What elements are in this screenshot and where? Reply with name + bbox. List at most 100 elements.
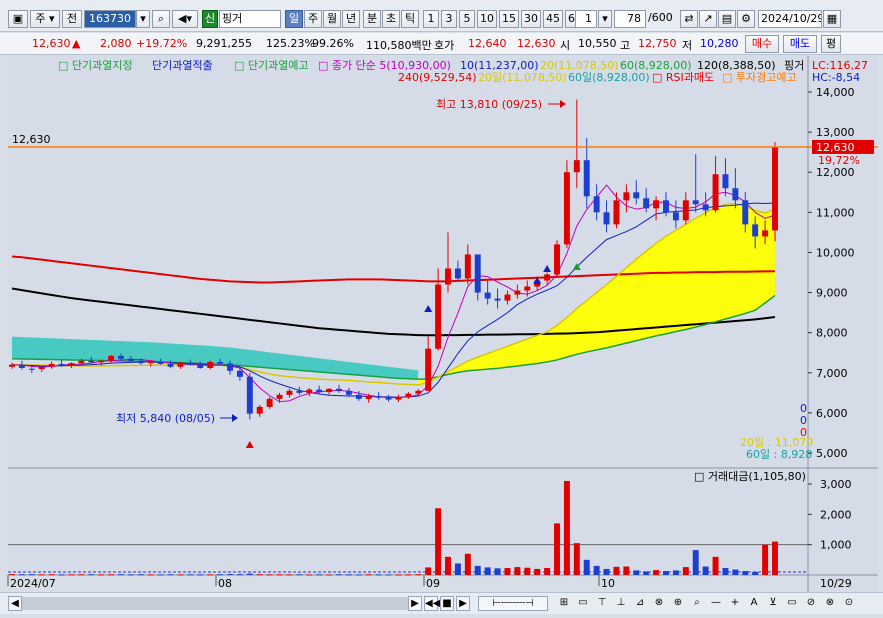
layout-icon[interactable]: ▣ <box>8 10 28 28</box>
delete-icon[interactable]: ⊗ <box>822 596 838 611</box>
interval-30[interactable]: 30 <box>521 10 541 28</box>
candle-body <box>167 363 174 367</box>
volume-bar <box>177 574 184 576</box>
filter-icon[interactable]: ⊻ <box>765 596 781 611</box>
candle-body <box>464 254 471 279</box>
scrollbar-track[interactable] <box>22 597 408 610</box>
interval-1[interactable]: 1 <box>423 10 439 28</box>
period-select[interactable]: 주 ▾ <box>30 10 60 28</box>
play-icon[interactable]: ▶ <box>456 596 470 611</box>
candle-body <box>504 294 511 301</box>
tab-year[interactable]: 년 <box>342 10 360 28</box>
interval-5[interactable]: 5 <box>459 10 475 28</box>
cross-icon[interactable]: ⊗ <box>651 596 667 611</box>
volume-bar <box>732 569 739 575</box>
volume-bar <box>603 568 610 575</box>
candle-body <box>742 200 749 225</box>
tab-day[interactable]: 일 <box>285 10 303 28</box>
volume-bar <box>38 574 45 576</box>
volume-bar <box>137 574 144 576</box>
tab-second[interactable]: 초 <box>382 10 400 28</box>
count-input[interactable]: 78 <box>614 10 646 28</box>
volume-bar <box>286 574 293 576</box>
scroll-right-button[interactable]: ▶ <box>408 596 422 611</box>
volume-bar <box>534 568 541 575</box>
triangle-icon[interactable]: ⊿ <box>632 596 648 611</box>
up-arrow-icon: ▲ <box>72 37 81 50</box>
zoom-icon[interactable]: ⌕ <box>689 596 705 611</box>
legend-item: □ RSI과매도 <box>652 71 714 84</box>
tab-minute[interactable]: 분 <box>363 10 381 28</box>
minus-icon[interactable]: — <box>708 596 724 611</box>
tool-icon[interactable]: ⇄ <box>680 10 698 28</box>
volume-bar <box>207 574 214 576</box>
candle-body <box>48 363 55 367</box>
interval-45[interactable]: 45 <box>543 10 563 28</box>
volume-bar <box>336 574 342 576</box>
interval-15[interactable]: 15 <box>499 10 519 28</box>
search-icon[interactable]: ⌕ <box>152 10 170 28</box>
chevron-down-icon[interactable]: ▾ <box>598 10 612 28</box>
gear-icon[interactable]: ⚙ <box>737 10 755 28</box>
volume-bar <box>554 523 560 575</box>
candle-body <box>702 204 709 211</box>
circle-icon[interactable]: ⊙ <box>841 596 857 611</box>
save-icon[interactable]: ▤ <box>718 10 736 28</box>
volume-axis-label: 3,000 <box>820 478 852 491</box>
buy-button[interactable]: 매수 <box>745 35 779 53</box>
stock-name-field[interactable]: 핑거 <box>219 10 281 28</box>
grid-icon[interactable]: ⊞ <box>556 596 572 611</box>
volume-bar <box>563 480 570 575</box>
price-axis-label: 13,000 <box>816 126 855 139</box>
tab-tick[interactable]: 틱 <box>401 10 419 28</box>
fib-up-icon[interactable]: ⊤ <box>594 596 610 611</box>
candle-body <box>336 388 342 391</box>
interval-10[interactable]: 10 <box>477 10 497 28</box>
stop-icon[interactable]: ■ <box>440 596 454 611</box>
scroll-left-button[interactable]: ◀ <box>8 596 22 611</box>
box-icon[interactable]: ▭ <box>575 596 591 611</box>
candle-body <box>474 254 481 293</box>
add-icon[interactable]: + <box>727 596 743 611</box>
legend-item: 60일(8,928,00) <box>568 70 650 84</box>
interval-input[interactable]: 1 <box>575 10 597 28</box>
candle-body <box>682 200 689 221</box>
speaker-icon[interactable]: ◀▾ <box>172 10 198 28</box>
price-chart[interactable]: 12,63012,63019,72%최고 13,810 (09/25)최저 5,… <box>0 56 883 592</box>
prev-button[interactable]: 전 <box>62 10 82 28</box>
sell-button[interactable]: 매도 <box>783 35 817 53</box>
interval-3[interactable]: 3 <box>441 10 457 28</box>
low-annotation: 최저 5,840 (08/05) <box>116 412 215 425</box>
candle-body <box>415 390 422 394</box>
candle-body <box>217 361 224 364</box>
ask-price: 12,640 <box>468 37 507 50</box>
candle-body <box>563 172 570 245</box>
erase-icon[interactable]: ⊘ <box>803 596 819 611</box>
low-price: 10,280 <box>700 37 739 50</box>
candle-body <box>58 363 65 366</box>
frame-icon[interactable]: ▭ <box>784 596 800 611</box>
price-tag: 12,630 <box>816 141 855 154</box>
volume-bar <box>474 565 481 575</box>
volume-bar <box>762 544 769 575</box>
price-axis-label: 5,000 <box>816 447 848 460</box>
text-icon[interactable]: A <box>746 596 762 611</box>
speed-slider[interactable]: ⊢┄┄┄┄⊣ <box>478 596 548 611</box>
calendar-icon[interactable]: ▦ <box>823 10 841 28</box>
candle-body <box>286 390 293 395</box>
stock-code-input[interactable]: 163730 <box>84 10 136 28</box>
rewind-icon[interactable]: ◀◀ <box>424 596 440 611</box>
eval-button[interactable]: 평 <box>821 35 841 53</box>
date-input[interactable]: 2024/10/29 <box>758 10 822 28</box>
line-icon[interactable]: ↗ <box>699 10 717 28</box>
candle-body <box>355 394 362 399</box>
date-axis-label: 10 <box>601 577 615 590</box>
plus-icon[interactable]: ⊕ <box>670 596 686 611</box>
tab-week[interactable]: 주 <box>304 10 322 28</box>
volume-axis-label: 2,000 <box>820 508 852 521</box>
fib-down-icon[interactable]: ⊥ <box>613 596 629 611</box>
tab-month[interactable]: 월 <box>323 10 341 28</box>
volume-bar <box>772 541 778 575</box>
chevron-down-icon[interactable]: ▾ <box>136 10 150 28</box>
candle-body <box>207 361 214 368</box>
